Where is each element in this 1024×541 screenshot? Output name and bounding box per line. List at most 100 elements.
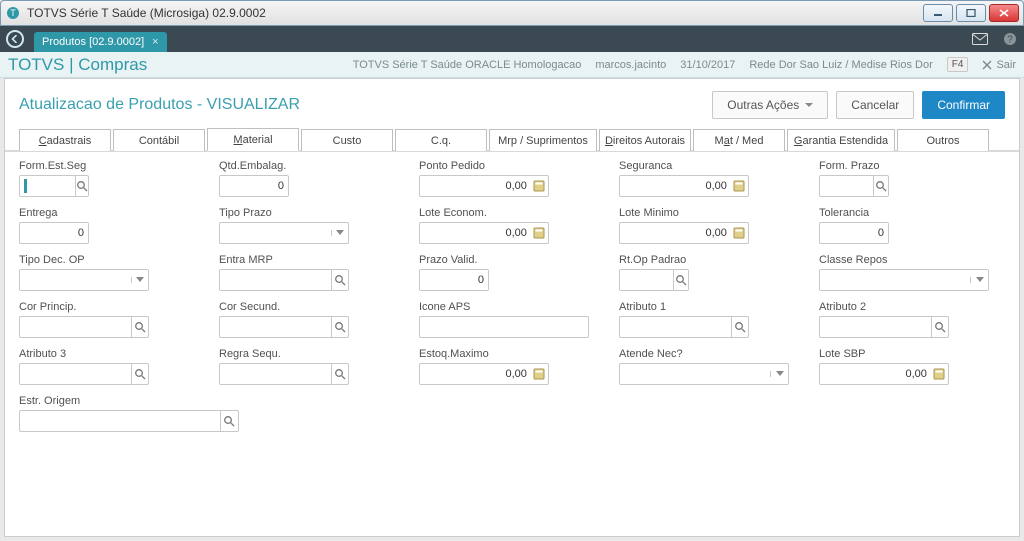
- label-entrega: Entrega: [19, 207, 199, 219]
- sair-button[interactable]: Sair: [982, 59, 1016, 71]
- tab-cq[interactable]: C.q.: [395, 129, 487, 151]
- field-atributo1[interactable]: [620, 317, 731, 337]
- calculator-icon[interactable]: [931, 364, 948, 384]
- input-ponto-pedido[interactable]: [419, 175, 549, 197]
- tab-cadastrais[interactable]: Cadastrais: [19, 129, 111, 151]
- os-title: TOTVS Série T Saúde (Microsiga) 02.9.000…: [27, 6, 266, 20]
- outras-acoes-button[interactable]: Outras Ações: [712, 91, 828, 119]
- tab-matmed[interactable]: Mat / Med: [693, 129, 785, 151]
- field-prazo-valid[interactable]: [420, 270, 488, 290]
- field-estoq-maximo[interactable]: [420, 364, 531, 384]
- field-tipo-dec-op[interactable]: [20, 270, 131, 290]
- cancelar-button[interactable]: Cancelar: [836, 91, 914, 119]
- search-icon[interactable]: [673, 270, 688, 290]
- calculator-icon[interactable]: [531, 176, 548, 196]
- tab-contabil[interactable]: Contábil: [113, 129, 205, 151]
- input-atributo2[interactable]: [819, 316, 949, 338]
- calculator-icon[interactable]: [531, 364, 548, 384]
- field-lote-minimo[interactable]: [620, 223, 731, 243]
- tab-material[interactable]: Material: [207, 128, 299, 151]
- field-tolerancia[interactable]: [820, 223, 888, 243]
- calculator-icon[interactable]: [531, 223, 548, 243]
- input-classe-repos[interactable]: [819, 269, 989, 291]
- field-entra-mrp[interactable]: [220, 270, 331, 290]
- confirmar-button[interactable]: Confirmar: [922, 91, 1005, 119]
- search-icon[interactable]: [331, 270, 348, 290]
- input-form-prazo[interactable]: [819, 175, 889, 197]
- mail-icon[interactable]: [972, 31, 988, 47]
- field-form-est-seg[interactable]: [27, 176, 75, 196]
- field-entrega[interactable]: [20, 223, 88, 243]
- search-icon[interactable]: [131, 364, 148, 384]
- calculator-icon[interactable]: [731, 223, 748, 243]
- input-qtd-embalag[interactable]: [219, 175, 289, 197]
- tab-garantia[interactable]: Garantia Estendida: [787, 129, 895, 151]
- input-prazo-valid[interactable]: [419, 269, 489, 291]
- input-atributo3[interactable]: [19, 363, 149, 385]
- input-atributo1[interactable]: [619, 316, 749, 338]
- input-entrega[interactable]: [19, 222, 89, 244]
- window-maximize-button[interactable]: [956, 4, 986, 22]
- window-minimize-button[interactable]: [923, 4, 953, 22]
- f4-badge[interactable]: F4: [947, 57, 969, 72]
- input-cor-secund[interactable]: [219, 316, 349, 338]
- input-tipo-prazo[interactable]: [219, 222, 349, 244]
- field-estr-origem[interactable]: [20, 411, 220, 431]
- window-close-button[interactable]: [989, 4, 1019, 22]
- search-icon[interactable]: [731, 317, 748, 337]
- field-atende-nec[interactable]: [620, 364, 770, 384]
- input-rt-op-padrao[interactable]: [619, 269, 689, 291]
- field-form-prazo[interactable]: [820, 176, 873, 196]
- input-icone-aps[interactable]: [419, 316, 589, 338]
- chevron-down-icon[interactable]: [770, 371, 788, 377]
- chevron-down-icon[interactable]: [131, 277, 148, 283]
- input-estr-origem[interactable]: [19, 410, 239, 432]
- field-icone-aps[interactable]: [420, 317, 588, 337]
- search-icon[interactable]: [331, 364, 348, 384]
- search-icon[interactable]: [931, 317, 948, 337]
- input-seguranca[interactable]: [619, 175, 749, 197]
- field-cor-princip[interactable]: [20, 317, 131, 337]
- field-qtd-embalag[interactable]: [220, 176, 288, 196]
- label-lote-minimo: Lote Minimo: [619, 207, 799, 219]
- search-icon[interactable]: [75, 176, 88, 196]
- input-form-est-seg[interactable]: [19, 175, 89, 197]
- input-atende-nec[interactable]: [619, 363, 789, 385]
- field-classe-repos[interactable]: [820, 270, 970, 290]
- search-icon[interactable]: [873, 176, 888, 196]
- input-estoq-maximo[interactable]: [419, 363, 549, 385]
- label-tipo-prazo: Tipo Prazo: [219, 207, 399, 219]
- field-atributo3[interactable]: [20, 364, 131, 384]
- input-regra-sequ[interactable]: [219, 363, 349, 385]
- input-tolerancia[interactable]: [819, 222, 889, 244]
- document-tab-close-icon[interactable]: ×: [152, 36, 158, 48]
- input-lote-econom[interactable]: [419, 222, 549, 244]
- input-tipo-dec-op[interactable]: [19, 269, 149, 291]
- tab-outros[interactable]: Outros: [897, 129, 989, 151]
- field-seguranca[interactable]: [620, 176, 731, 196]
- back-button[interactable]: [6, 30, 24, 48]
- tab-mrp[interactable]: Mrp / Suprimentos: [489, 129, 597, 151]
- input-lote-sbp[interactable]: [819, 363, 949, 385]
- document-tab[interactable]: Produtos [02.9.0002] ×: [34, 32, 167, 52]
- search-icon[interactable]: [131, 317, 148, 337]
- input-entra-mrp[interactable]: [219, 269, 349, 291]
- input-cor-princip[interactable]: [19, 316, 149, 338]
- field-cor-secund[interactable]: [220, 317, 331, 337]
- search-icon[interactable]: [220, 411, 238, 431]
- search-icon[interactable]: [331, 317, 348, 337]
- field-lote-econom[interactable]: [420, 223, 531, 243]
- field-lote-sbp[interactable]: [820, 364, 931, 384]
- help-icon[interactable]: ?: [1002, 31, 1018, 47]
- chevron-down-icon[interactable]: [970, 277, 988, 283]
- field-tipo-prazo[interactable]: [220, 223, 331, 243]
- input-lote-minimo[interactable]: [619, 222, 749, 244]
- tab-custo[interactable]: Custo: [301, 129, 393, 151]
- field-rt-op-padrao[interactable]: [620, 270, 673, 290]
- field-atributo2[interactable]: [820, 317, 931, 337]
- field-regra-sequ[interactable]: [220, 364, 331, 384]
- chevron-down-icon[interactable]: [331, 230, 348, 236]
- field-ponto-pedido[interactable]: [420, 176, 531, 196]
- calculator-icon[interactable]: [731, 176, 748, 196]
- tab-direitos[interactable]: Direitos Autorais: [599, 129, 691, 151]
